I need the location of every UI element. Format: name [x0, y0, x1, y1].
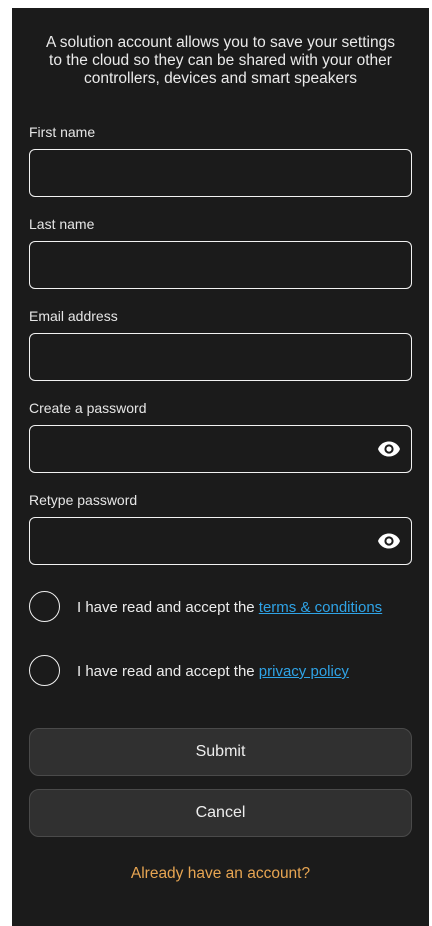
retype-password-label: Retype password — [29, 492, 138, 508]
already-have-account-link[interactable]: Already have an account? — [12, 865, 429, 883]
submit-button[interactable]: Submit — [29, 728, 412, 776]
terms-checkbox[interactable] — [29, 591, 60, 622]
cancel-button[interactable]: Cancel — [29, 789, 412, 837]
terms-link[interactable]: terms & conditions — [259, 599, 382, 616]
terms-consent-text: I have read and accept the terms & condi… — [77, 599, 382, 616]
eye-icon[interactable] — [377, 438, 401, 460]
intro-line-3: controllers, devices and smart speakers — [83, 70, 358, 87]
last-name-field[interactable] — [29, 241, 412, 289]
intro-line-1: A solution account allows you to save yo… — [46, 34, 395, 51]
email-label: Email address — [29, 308, 118, 324]
privacy-checkbox[interactable] — [29, 655, 60, 686]
privacy-link[interactable]: privacy policy — [259, 663, 349, 680]
terms-consent-row[interactable]: I have read and accept the terms & condi… — [29, 591, 412, 625]
intro-line-2: to the cloud so they can be shared with … — [49, 52, 392, 69]
privacy-consent-row[interactable]: I have read and accept the privacy polic… — [29, 655, 412, 689]
intro-text: A solution account allows you to save yo… — [28, 34, 413, 88]
last-name-input[interactable] — [30, 242, 411, 288]
first-name-label: First name — [29, 124, 96, 140]
password-field[interactable] — [29, 425, 412, 473]
retype-password-input[interactable] — [30, 518, 411, 564]
email-field[interactable] — [29, 333, 412, 381]
password-input[interactable] — [30, 426, 411, 472]
last-name-label: Last name — [29, 216, 95, 232]
first-name-input[interactable] — [30, 150, 411, 196]
retype-password-field[interactable] — [29, 517, 412, 565]
terms-prefix: I have read and accept the — [77, 599, 259, 616]
first-name-field[interactable] — [29, 149, 412, 197]
privacy-prefix: I have read and accept the — [77, 663, 259, 680]
password-label: Create a password — [29, 400, 147, 416]
email-input[interactable] — [30, 334, 411, 380]
eye-icon[interactable] — [377, 530, 401, 552]
signup-screen: A solution account allows you to save yo… — [12, 8, 429, 926]
privacy-consent-text: I have read and accept the privacy polic… — [77, 663, 349, 680]
